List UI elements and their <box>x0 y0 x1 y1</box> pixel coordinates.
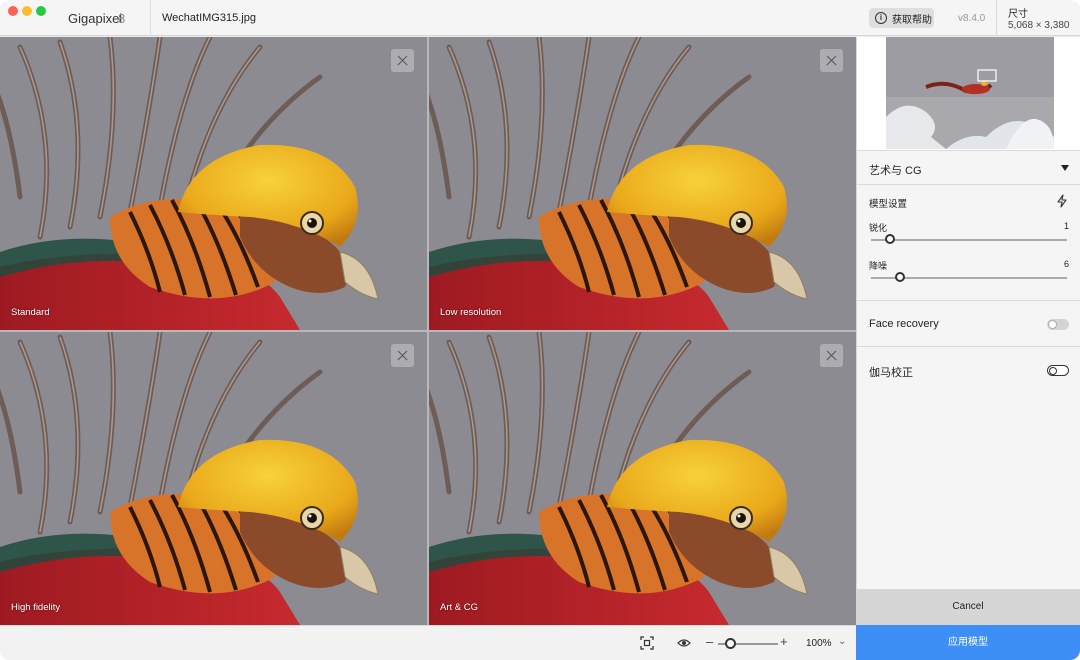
close-icon[interactable] <box>391 344 414 367</box>
file-name: WechatIMG315.jpg <box>162 12 256 24</box>
panel-label: Low resolution <box>440 307 502 318</box>
preview-grid: Standard Low resolution High fidelity Ar… <box>0 37 856 625</box>
bird-preview-image <box>0 332 427 625</box>
denoise-value: 6 <box>1063 259 1069 269</box>
close-icon[interactable] <box>820 344 843 367</box>
sharpen-label: 锐化 <box>869 223 888 233</box>
caret-down-icon <box>1061 165 1069 171</box>
preview-panel-low-resolution[interactable]: Low resolution <box>429 37 856 330</box>
model-settings-title: 模型设置 <box>869 199 908 210</box>
model-name: 艺术与 CG <box>869 165 922 177</box>
chevron-down-icon[interactable]: ⌄ <box>838 636 846 647</box>
settings-sidebar: 艺术与 CG 模型设置 锐化 1 降噪 6 Face recovery 伽马校正 <box>856 37 1080 660</box>
app-version-badge: 8 <box>118 11 126 26</box>
denoise-slider-thumb[interactable] <box>894 272 905 282</box>
apply-model-button[interactable]: 应用模型 <box>856 625 1080 660</box>
zoom-out-button[interactable]: – <box>706 634 713 649</box>
model-settings-section: 模型设置 锐化 1 降噪 6 <box>857 185 1080 301</box>
face-recovery-toggle[interactable] <box>1047 319 1069 330</box>
model-selector[interactable]: 艺术与 CG <box>857 150 1080 185</box>
face-recovery-label: Face recovery <box>869 318 939 330</box>
close-icon[interactable] <box>391 49 414 72</box>
bottom-toolbar: – + 100% ⌄ <box>0 625 856 660</box>
preview-panel-high-fidelity[interactable]: High fidelity <box>0 332 427 625</box>
preview-panel-standard[interactable]: Standard <box>0 37 427 330</box>
zoom-in-button[interactable]: + <box>780 634 788 649</box>
app-window: Gigapixel 8 WechatIMG315.jpg i 获取帮助 v8.4… <box>0 0 1080 660</box>
preview-panel-art-cg[interactable]: Art & CG <box>429 332 856 625</box>
zoom-slider-thumb[interactable] <box>725 638 737 649</box>
eye-icon[interactable] <box>677 636 691 650</box>
version-label: v8.4.0 <box>958 13 986 24</box>
close-window-button[interactable] <box>8 6 18 16</box>
bird-preview-image <box>429 332 856 625</box>
gamma-correction-label: 伽马校正 <box>869 367 913 379</box>
zoom-window-button[interactable] <box>36 6 46 16</box>
navigator-panel <box>857 37 1080 150</box>
title-bar: Gigapixel 8 WechatIMG315.jpg i 获取帮助 v8.4… <box>0 0 1080 36</box>
divider <box>150 0 151 36</box>
panel-label: Art & CG <box>440 602 479 613</box>
bird-preview-image <box>0 37 427 330</box>
divider <box>996 0 997 36</box>
gamma-correction-row: 伽马校正 <box>857 347 1080 393</box>
app-name: Gigapixel <box>68 11 123 26</box>
zoom-level[interactable]: 100% <box>806 638 832 649</box>
panel-label: High fidelity <box>11 602 61 613</box>
help-label: 获取帮助 <box>892 14 932 26</box>
denoise-label: 降噪 <box>869 261 888 271</box>
face-recovery-row: Face recovery <box>857 301 1080 347</box>
info-icon: i <box>875 12 887 24</box>
lightning-icon[interactable] <box>1055 194 1069 208</box>
sharpen-slider-thumb[interactable] <box>884 234 895 244</box>
gamma-correction-toggle[interactable] <box>1047 365 1069 376</box>
close-icon[interactable] <box>820 49 843 72</box>
fit-to-screen-icon[interactable] <box>640 636 654 650</box>
size-value: 5,068 × 3,380 <box>1008 20 1070 31</box>
sharpen-slider-track[interactable] <box>871 239 1067 241</box>
cancel-button[interactable]: Cancel <box>856 589 1080 625</box>
bird-preview-image <box>429 37 856 330</box>
sharpen-value: 1 <box>1063 221 1069 231</box>
panel-label: Standard <box>11 307 50 318</box>
minimize-window-button[interactable] <box>22 6 32 16</box>
size-label: 尺寸 <box>1008 9 1028 20</box>
navigator-thumbnail[interactable] <box>886 37 1054 149</box>
help-button[interactable]: i 获取帮助 <box>869 8 934 28</box>
